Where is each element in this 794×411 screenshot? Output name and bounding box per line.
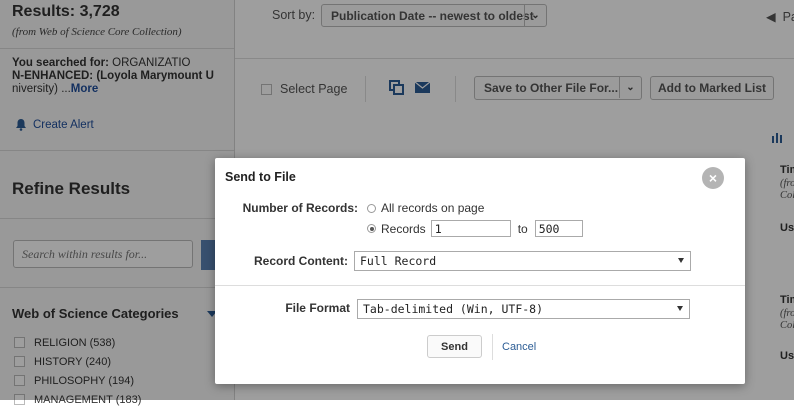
records-to-input[interactable] <box>534 220 583 237</box>
send-to-file-dialog: Send to File × Number of Records: All re… <box>215 158 745 384</box>
all-records-option[interactable]: All records on page <box>367 201 484 215</box>
records-label: Records <box>381 221 426 236</box>
all-records-label: All records on page <box>381 201 485 215</box>
radio-button-selected[interactable] <box>367 224 376 233</box>
file-format-select[interactable]: Tab-delimited (Win, UTF-8) <box>357 299 690 319</box>
dialog-title: Send to File <box>225 170 296 184</box>
radio-button[interactable] <box>367 203 376 213</box>
cancel-link[interactable]: Cancel <box>502 341 536 353</box>
record-content-value: Full Record <box>360 254 437 268</box>
send-button[interactable]: Send <box>427 335 482 358</box>
dropdown-arrow-icon <box>677 306 683 311</box>
number-of-records-label: Number of Records: <box>242 201 358 215</box>
records-range-option[interactable]: Records to <box>367 220 583 237</box>
records-from-input[interactable] <box>430 220 511 237</box>
record-content-select[interactable]: Full Record <box>354 251 691 271</box>
file-format-label: File Format <box>285 301 350 315</box>
divider <box>215 285 745 286</box>
record-content-label: Record Content: <box>254 254 348 268</box>
file-format-value: Tab-delimited (Win, UTF-8) <box>363 302 544 316</box>
close-icon[interactable]: × <box>702 167 724 189</box>
dropdown-arrow-icon <box>678 258 684 263</box>
divider <box>492 334 493 360</box>
records-to-word: to <box>517 221 528 236</box>
